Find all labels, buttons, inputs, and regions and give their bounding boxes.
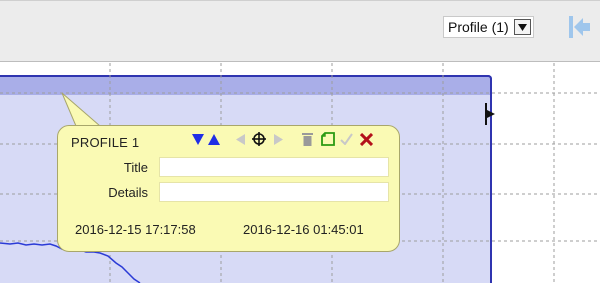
check-icon[interactable] xyxy=(339,130,353,148)
profile-dropdown[interactable]: Profile (1) xyxy=(443,16,534,38)
title-input[interactable] xyxy=(159,157,389,177)
collapse-left-icon[interactable] xyxy=(567,15,591,39)
details-field-label: Details xyxy=(108,185,148,200)
profile-end-time: 2016-12-16 01:45:01 xyxy=(243,222,364,237)
chevron-down-icon[interactable] xyxy=(513,19,531,35)
details-input[interactable] xyxy=(159,182,389,202)
move-down-icon[interactable] xyxy=(191,130,205,148)
previous-icon[interactable] xyxy=(234,130,246,148)
profile-dropdown-value: Profile (1) xyxy=(448,19,509,35)
trash-icon[interactable] xyxy=(300,130,314,148)
move-up-icon[interactable] xyxy=(207,130,221,148)
copy-icon[interactable] xyxy=(320,130,336,148)
popup-title: PROFILE 1 xyxy=(71,135,140,150)
profile-viewer: Profile (1) PROFILE 1 Title Details 2016… xyxy=(0,0,600,283)
profile-popup: PROFILE 1 Title Details 2016-12-15 17:17… xyxy=(57,125,400,252)
profile-start-time: 2016-12-15 17:17:58 xyxy=(75,222,196,237)
title-field-label: Title xyxy=(123,160,148,175)
top-toolbar: Profile (1) xyxy=(0,0,600,62)
close-icon[interactable] xyxy=(358,130,374,148)
next-icon[interactable] xyxy=(272,130,284,148)
selection-resize-handle[interactable] xyxy=(484,103,500,125)
crosshair-icon[interactable] xyxy=(251,130,267,148)
